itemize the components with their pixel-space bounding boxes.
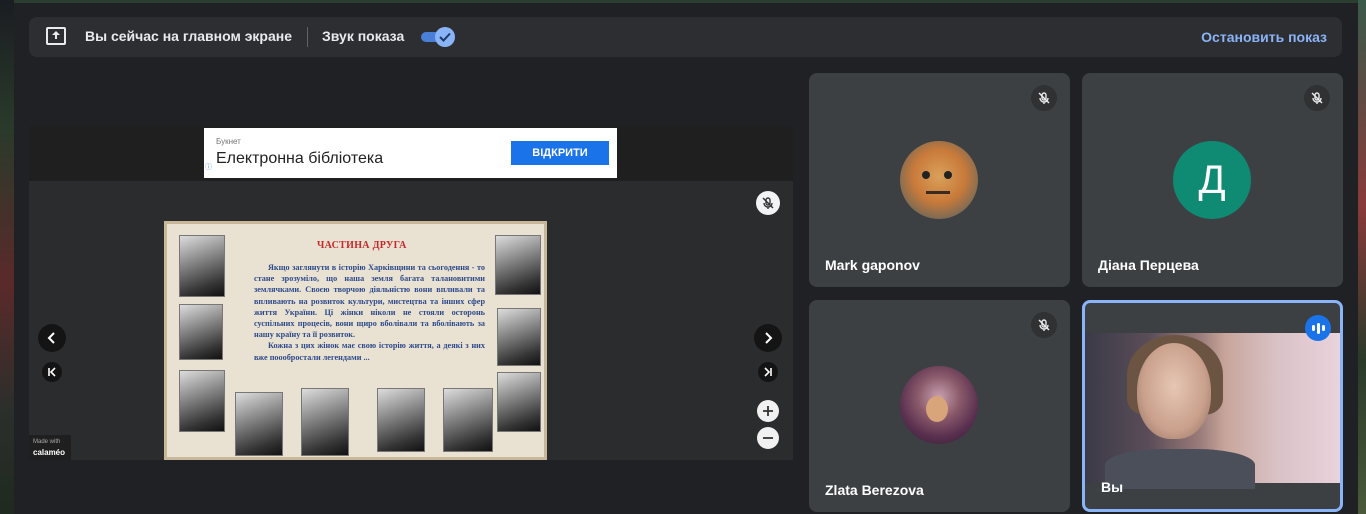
portrait-photo xyxy=(497,308,541,366)
avatar: Д xyxy=(1173,141,1251,219)
presentation-sound-toggle[interactable] xyxy=(421,27,457,47)
participant-name: Mark gaponov xyxy=(825,257,920,273)
shared-screen-viewer: Букнет Електронна бібліотека ВІДКРИТИ ⓘ … xyxy=(29,126,793,460)
made-with-label: Made with xyxy=(33,439,61,445)
window-top-edge xyxy=(0,0,1366,3)
ad-open-button[interactable]: ВІДКРИТИ xyxy=(511,141,609,165)
calameo-badge[interactable]: Made with calaméo xyxy=(29,435,71,460)
avatar-eye xyxy=(922,171,930,179)
mic-off-icon xyxy=(1031,312,1057,338)
video-shoulders xyxy=(1105,449,1255,489)
zoom-out-button[interactable] xyxy=(757,427,779,449)
portrait-photo xyxy=(377,388,425,452)
speaking-indicator-icon xyxy=(1305,315,1331,341)
next-page-button[interactable] xyxy=(754,324,782,352)
portrait-photo xyxy=(301,388,349,456)
slide-paragraph: Якщо заглянути в історію Харківщини та с… xyxy=(254,263,485,340)
window-right-edge xyxy=(1358,0,1366,514)
portrait-photo xyxy=(443,388,493,452)
presenting-status-text: Вы сейчас на главном экране xyxy=(85,28,293,44)
ad-title: Електронна бібліотека xyxy=(216,150,384,167)
avatar-eye xyxy=(944,171,952,179)
presenting-banner: Вы сейчас на главном экране Звук показа … xyxy=(29,17,1342,57)
participant-name: Zlata Berezova xyxy=(825,482,924,498)
slide-title: ЧАСТИНА ДРУГА xyxy=(317,240,407,251)
participant-tile[interactable]: Mark gaponov xyxy=(809,73,1070,287)
presentation-sound-label: Звук показа xyxy=(322,28,405,44)
first-page-button[interactable] xyxy=(42,362,62,382)
present-screen-icon xyxy=(46,27,66,45)
chevron-left-icon xyxy=(47,332,55,344)
participant-name: Діана Перцева xyxy=(1098,257,1199,273)
participant-name: Вы xyxy=(1101,479,1124,495)
self-participant-tile[interactable]: Вы xyxy=(1082,300,1343,512)
participant-tile[interactable]: Zlata Berezova xyxy=(809,300,1070,512)
self-video-feed xyxy=(1085,333,1340,489)
toggle-knob xyxy=(435,27,455,47)
mic-off-icon xyxy=(1031,85,1057,111)
slide-body: Якщо заглянути в історію Харківщини та с… xyxy=(254,262,485,363)
previous-page-button[interactable] xyxy=(38,324,66,352)
ad-brand: Букнет xyxy=(216,137,241,146)
skip-to-start-icon xyxy=(48,367,56,377)
audio-muted-icon[interactable] xyxy=(756,191,780,215)
skip-to-end-icon xyxy=(764,367,772,377)
document-slide: ЧАСТИНА ДРУГА Якщо заглянути в історію Х… xyxy=(164,221,547,460)
portrait-photo xyxy=(179,304,223,360)
zoom-in-button[interactable] xyxy=(757,400,779,422)
avatar xyxy=(900,141,978,219)
chevron-right-icon xyxy=(765,332,773,344)
avatar-face xyxy=(926,396,948,422)
minus-icon xyxy=(763,437,773,439)
portrait-photo xyxy=(497,372,541,432)
banner-divider xyxy=(307,27,308,47)
portrait-photo xyxy=(235,392,283,456)
portrait-photo xyxy=(179,370,225,432)
ad-banner[interactable]: Букнет Електронна бібліотека ВІДКРИТИ ⓘ xyxy=(204,128,617,178)
participant-tile[interactable]: Д Діана Перцева xyxy=(1082,73,1343,287)
last-page-button[interactable] xyxy=(758,362,778,382)
avatar xyxy=(900,366,978,444)
portrait-photo xyxy=(495,235,541,295)
avatar-mouth xyxy=(926,191,950,194)
check-icon xyxy=(439,32,451,42)
viewer-ad-bar: Букнет Електронна бібліотека ВІДКРИТИ ⓘ xyxy=(29,126,793,181)
calameo-logo: calaméo xyxy=(33,448,66,457)
ad-info-icon[interactable]: ⓘ xyxy=(205,162,212,172)
portrait-photo xyxy=(179,235,225,297)
video-face xyxy=(1137,343,1211,439)
stop-presenting-button[interactable]: Остановить показ xyxy=(1201,29,1327,45)
window-left-edge xyxy=(0,0,14,514)
plus-icon xyxy=(763,406,773,416)
slide-paragraph: Кожна з цих жінок має свою історію життя… xyxy=(254,341,485,362)
mic-off-icon xyxy=(1304,85,1330,111)
